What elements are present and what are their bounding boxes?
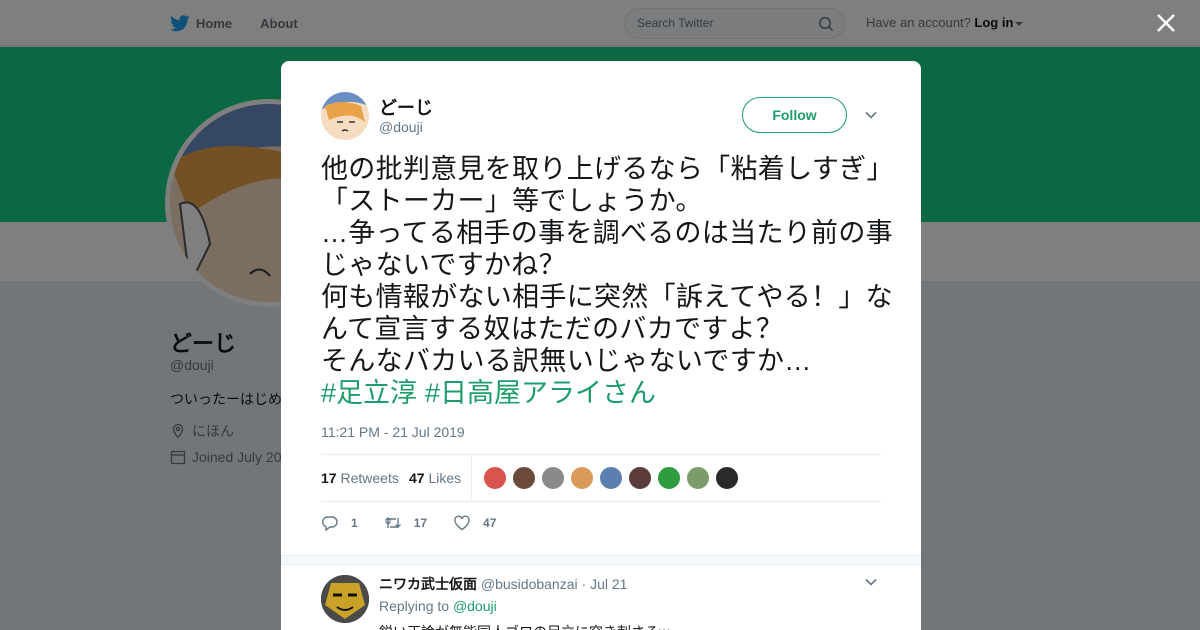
- tweet-modal: どーじ @douji Follow 他の批判意見を取り上げるなら「粘着しすぎ」「…: [281, 61, 921, 630]
- reply-action[interactable]: 1: [321, 514, 358, 532]
- replying-to-prefix: Replying to: [379, 598, 450, 614]
- reply-avatar[interactable]: [321, 575, 369, 623]
- reply-author-name[interactable]: ニワカ武士仮面: [379, 576, 477, 592]
- likes-label: Likes: [428, 470, 462, 486]
- chevron-down-icon[interactable]: [864, 575, 878, 589]
- liker-avatar[interactable]: [483, 466, 507, 490]
- tweet-timestamp[interactable]: 11:21 PM - 21 Jul 2019: [321, 424, 465, 440]
- chevron-down-icon[interactable]: [864, 108, 878, 122]
- likes-count: 47: [409, 470, 425, 486]
- author-name[interactable]: どーじ: [379, 94, 433, 120]
- reply-header: ニワカ武士仮面 @busidobanzai · Jul 21: [379, 574, 627, 594]
- reply-avatar-image: [321, 575, 369, 623]
- tweet-stats: 17 Retweets 47 Likes: [321, 454, 881, 502]
- reply-icon[interactable]: [321, 514, 339, 532]
- like-action[interactable]: 47: [453, 514, 496, 532]
- heart-icon[interactable]: [453, 514, 471, 532]
- reply-text: 鋭い正論が無能同人ゴロの足立に突き刺さるw: [379, 622, 669, 630]
- liker-avatar[interactable]: [512, 466, 536, 490]
- liker-avatars: [483, 466, 739, 490]
- hashtag-link[interactable]: #足立淳: [321, 377, 417, 409]
- like-count: 47: [483, 516, 497, 530]
- author-handle[interactable]: @douji: [379, 119, 423, 135]
- replying-to-mention[interactable]: @douji: [453, 598, 497, 614]
- author-avatar[interactable]: [321, 92, 369, 140]
- retweet-icon[interactable]: [384, 514, 402, 532]
- close-icon[interactable]: [1155, 12, 1177, 34]
- liker-avatar[interactable]: [628, 466, 652, 490]
- reply-divider: [281, 555, 921, 565]
- retweet-action[interactable]: 17: [384, 514, 427, 532]
- liker-avatar[interactable]: [686, 466, 710, 490]
- liker-avatar[interactable]: [657, 466, 681, 490]
- tweet-hashtags: #足立淳 #日高屋アライさん: [321, 377, 656, 409]
- reply-date[interactable]: · Jul 21: [582, 576, 628, 592]
- replying-to: Replying to @douji: [379, 598, 497, 614]
- likes-stat[interactable]: 47 Likes: [409, 470, 461, 486]
- liker-avatar[interactable]: [599, 466, 623, 490]
- tweet-text: 他の批判意見を取り上げるなら「粘着しすぎ」「ストーカー」等でしょうか。 …争って…: [321, 154, 894, 376]
- retweets-label: Retweets: [340, 470, 399, 486]
- retweet-count: 17: [413, 516, 428, 530]
- reply-count: 1: [351, 516, 358, 530]
- reply-author-handle[interactable]: @busidobanzai: [481, 576, 578, 592]
- follow-button[interactable]: Follow: [742, 97, 847, 133]
- hashtag-link[interactable]: #日高屋アライさん: [425, 377, 656, 409]
- retweets-stat[interactable]: 17 Retweets: [321, 470, 399, 486]
- retweets-count: 17: [321, 470, 337, 486]
- liker-avatar[interactable]: [541, 466, 565, 490]
- author-avatar-image: [321, 92, 369, 140]
- liker-avatar[interactable]: [570, 466, 594, 490]
- tweet-actions: 1 17 47: [321, 514, 522, 532]
- stats-divider: [471, 455, 472, 501]
- liker-avatar[interactable]: [715, 466, 739, 490]
